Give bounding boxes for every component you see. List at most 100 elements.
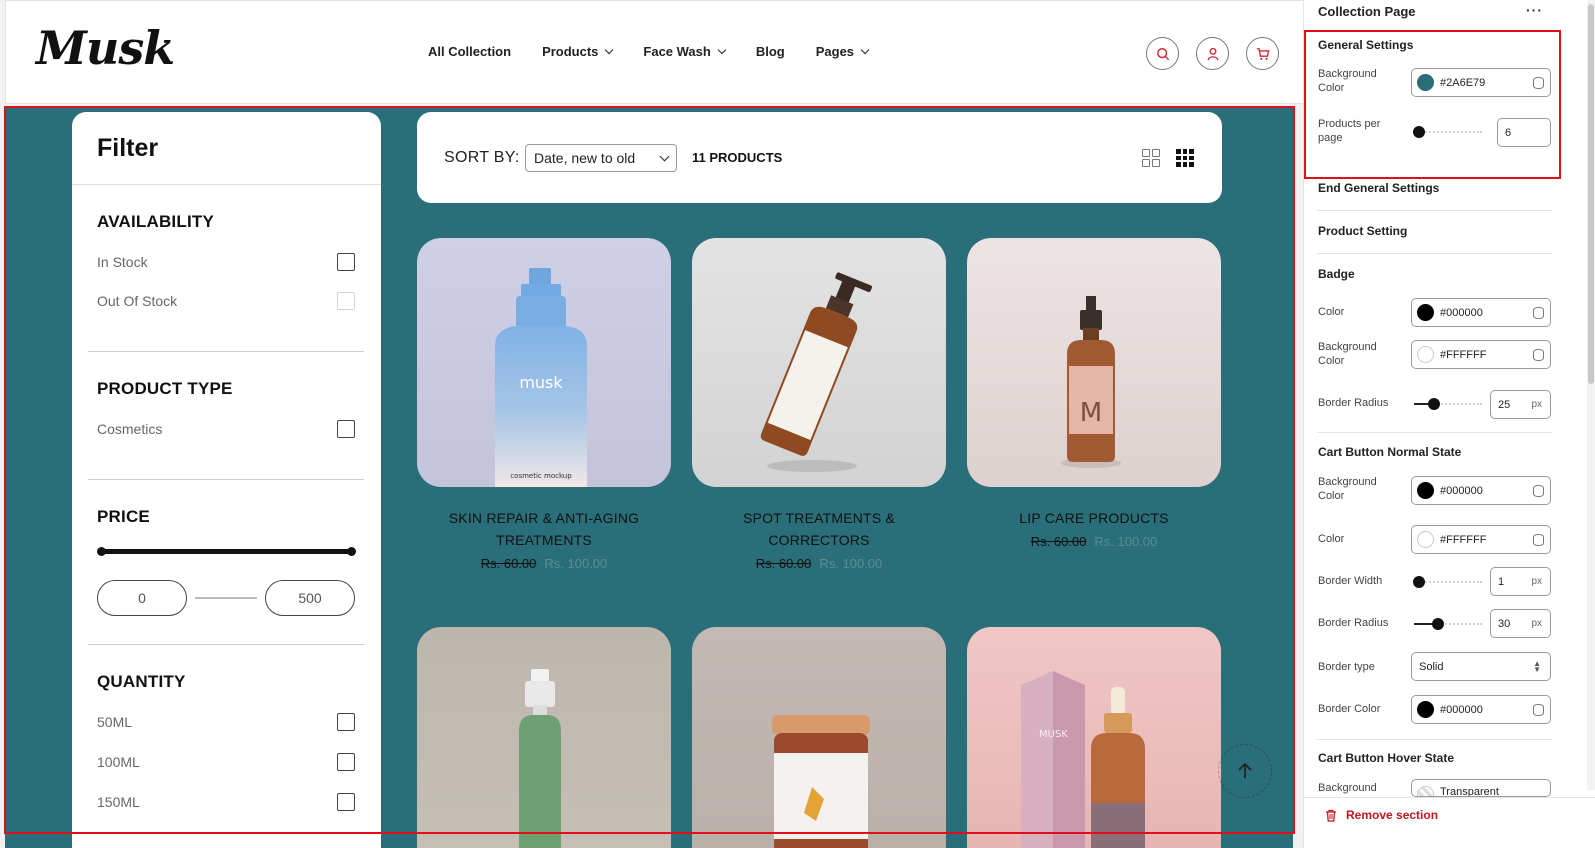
150ml-checkbox[interactable]: [337, 793, 355, 811]
product-image[interactable]: M: [967, 238, 1221, 487]
color-swatch[interactable]: [1417, 304, 1434, 321]
slider-knob[interactable]: [1413, 126, 1425, 138]
filter-option-150ml[interactable]: 150ML: [97, 793, 355, 811]
cart-normal-heading[interactable]: Cart Button Normal State: [1318, 445, 1461, 459]
database-icon[interactable]: [1533, 704, 1544, 716]
product-image[interactable]: [692, 627, 946, 848]
editor-scrollbar-thumb[interactable]: [1588, 4, 1594, 384]
product-title[interactable]: SPOT TREATMENTS & CORRECTORS: [692, 507, 946, 551]
grid-2-column-icon[interactable]: [1142, 149, 1160, 167]
compare-price: Rs. 60.00: [1030, 534, 1087, 549]
account-button[interactable]: [1196, 37, 1229, 70]
select-value: Solid: [1419, 660, 1444, 673]
sort-select[interactable]: Date, new to old: [525, 144, 677, 172]
slider-knob[interactable]: [1432, 618, 1444, 630]
nav-products[interactable]: Products: [542, 44, 614, 59]
slider-knob[interactable]: [1413, 576, 1425, 588]
cart-border-type-select[interactable]: Solid ▲ ▼: [1411, 652, 1551, 681]
cart-border-width-input[interactable]: 1 px: [1490, 567, 1551, 596]
badge-color-field[interactable]: #000000: [1411, 298, 1551, 327]
cart-border-radius-input[interactable]: 30 px: [1490, 609, 1551, 638]
color-swatch[interactable]: [1417, 701, 1434, 718]
cart-color-field[interactable]: #FFFFFF: [1411, 525, 1551, 554]
color-swatch[interactable]: [1417, 74, 1434, 91]
product-image[interactable]: MUSK: [967, 627, 1221, 848]
filter-option-50ml[interactable]: 50ML: [97, 713, 355, 731]
price-min-input[interactable]: 0: [97, 580, 187, 616]
box-label: MUSK: [1039, 729, 1068, 740]
nav-label: All Collection: [428, 44, 512, 59]
nav-face-wash[interactable]: Face Wash: [643, 44, 727, 59]
sort-bar: SORT BY: Date, new to old 11 PRODUCTS: [417, 112, 1222, 203]
product-title[interactable]: LIP CARE PRODUCTS: [967, 507, 1221, 529]
cart-border-color-field[interactable]: #000000: [1411, 695, 1551, 724]
cart-hover-heading[interactable]: Cart Button Hover State: [1318, 751, 1454, 765]
product-card[interactable]: M LIP CARE PRODUCTS Rs. 60.00 Rs. 100.00: [967, 238, 1221, 549]
database-icon[interactable]: [1533, 485, 1544, 497]
badge-radius-slider[interactable]: [1414, 398, 1482, 410]
general-settings-heading[interactable]: General Settings: [1318, 38, 1413, 52]
price-range-slider[interactable]: [97, 547, 356, 556]
nav-blog[interactable]: Blog: [756, 44, 785, 59]
bg-color-field[interactable]: #2A6E79: [1411, 68, 1551, 97]
cart-button[interactable]: [1246, 37, 1279, 70]
100ml-checkbox[interactable]: [337, 753, 355, 771]
product-card[interactable]: SPOT TREATMENTS & CORRECTORS Rs. 60.00 Rs…: [692, 238, 946, 571]
filter-option-100ml[interactable]: 100ML: [97, 753, 355, 771]
color-swatch[interactable]: [1417, 531, 1434, 548]
cart-border-width-slider[interactable]: [1413, 576, 1482, 588]
per-page-slider[interactable]: [1413, 126, 1482, 138]
divider: [88, 479, 364, 480]
product-card[interactable]: [417, 627, 671, 848]
product-image[interactable]: [417, 627, 671, 848]
filter-title: Filter: [97, 134, 159, 162]
cart-border-radius-slider[interactable]: [1414, 618, 1482, 630]
database-icon[interactable]: [1533, 307, 1544, 319]
product-image[interactable]: musk cosmetic mockup: [417, 238, 671, 487]
price-min-handle[interactable]: [97, 547, 106, 556]
product-card[interactable]: MUSK: [967, 627, 1221, 848]
chevron-down-icon: [659, 151, 670, 162]
product-title[interactable]: SKIN REPAIR & ANTI-AGING TREATMENTS: [417, 507, 671, 551]
search-button[interactable]: [1146, 37, 1179, 70]
nav-all-collection[interactable]: All Collection: [428, 44, 511, 59]
more-options-icon[interactable]: ···: [1526, 2, 1543, 18]
grid-3-column-icon[interactable]: [1176, 149, 1194, 167]
price-heading: PRICE: [97, 507, 150, 526]
color-swatch[interactable]: [1417, 482, 1434, 499]
product-image[interactable]: [692, 238, 946, 487]
badge-bg-field[interactable]: #FFFFFF: [1411, 340, 1551, 369]
nav-pages[interactable]: Pages: [816, 44, 870, 59]
price-max-handle[interactable]: [347, 547, 356, 556]
filter-option-in-stock[interactable]: In Stock: [97, 253, 355, 271]
product-card[interactable]: [692, 627, 946, 848]
product-setting-heading[interactable]: Product Setting: [1318, 224, 1407, 238]
color-value: #000000: [1440, 703, 1483, 716]
cosmetics-checkbox[interactable]: [337, 420, 355, 438]
slider-knob[interactable]: [1428, 398, 1440, 410]
bottle-sub-label: cosmetic mockup: [510, 472, 572, 480]
filter-option-cosmetics[interactable]: Cosmetics: [97, 420, 355, 438]
divider: [1303, 797, 1595, 798]
remove-section-button[interactable]: Remove section: [1325, 808, 1438, 822]
scroll-to-top-button[interactable]: [1218, 744, 1272, 798]
color-value: #FFFFFF: [1440, 348, 1487, 361]
in-stock-checkbox[interactable]: [337, 253, 355, 271]
color-swatch[interactable]: [1417, 346, 1434, 363]
end-general-settings[interactable]: End General Settings: [1318, 181, 1439, 195]
storefront-preview: Musk All Collection Products Face Wash B…: [0, 0, 1310, 848]
chevron-down-icon: [860, 45, 870, 55]
store-logo[interactable]: Musk: [36, 21, 175, 75]
badge-radius-input[interactable]: 25 px: [1490, 390, 1551, 419]
product-card[interactable]: musk cosmetic mockup SKIN REPAIR & ANTI-…: [417, 238, 671, 571]
database-icon[interactable]: [1533, 77, 1544, 89]
cart-bg-field[interactable]: #000000: [1411, 476, 1551, 505]
cart-hover-bg-field[interactable]: Transparent: [1411, 779, 1551, 797]
price-max-input[interactable]: 500: [265, 580, 355, 616]
per-page-input[interactable]: 6: [1497, 118, 1551, 147]
database-icon[interactable]: [1533, 534, 1544, 546]
badge-heading[interactable]: Badge: [1318, 267, 1355, 281]
color-swatch[interactable]: [1417, 786, 1434, 796]
50ml-checkbox[interactable]: [337, 713, 355, 731]
database-icon[interactable]: [1533, 349, 1544, 361]
